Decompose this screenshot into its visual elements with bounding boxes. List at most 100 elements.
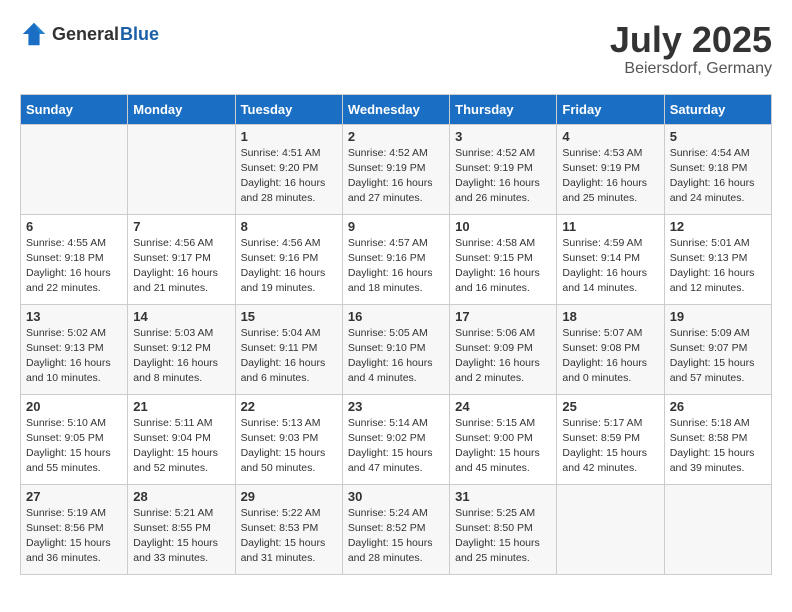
cell-info: Sunrise: 5:13 AM Sunset: 9:03 PM Dayligh… — [241, 416, 337, 477]
calendar-cell: 17Sunrise: 5:06 AM Sunset: 9:09 PM Dayli… — [450, 304, 557, 394]
calendar-cell: 3 Sunrise: 4:52 AM Sunset: 9:19 PM Daylig… — [450, 124, 557, 214]
page-header: General Blue July 2025 Beiersdorf, Germa… — [20, 20, 772, 78]
cell-info: Sunrise: 5:10 AM Sunset: 9:05 PM Dayligh… — [26, 416, 122, 477]
calendar-cell: 14 Sunrise: 5:03 AM Sunset: 9:12 PM Dayli… — [128, 304, 235, 394]
calendar-cell: 20 Sunrise: 5:10 AM Sunset: 9:05 PM Dayli… — [21, 394, 128, 484]
calendar-cell — [664, 484, 771, 574]
cell-info: Sunrise: 5:18 AM Sunset: 8:58 PM Dayligh… — [670, 416, 766, 477]
day-number: 19 — [670, 309, 766, 324]
calendar-cell — [128, 124, 235, 214]
cell-info: Sunrise: 5:05 AM Sunset: 9:10 PM Dayligh… — [348, 326, 444, 387]
calendar-cell: 22 Sunrise: 5:13 AM Sunset: 9:03 PM Dayli… — [235, 394, 342, 484]
cell-info: Sunrise: 5:01 AM Sunset: 9:13 PM Dayligh… — [670, 236, 766, 297]
cell-info: Sunrise: 4:56 AM Sunset: 9:16 PM Dayligh… — [241, 236, 337, 297]
day-number: 3 — [455, 129, 551, 144]
cell-info: Sunrise: 4:52 AM Sunset: 9:19 PM Dayligh… — [455, 146, 551, 207]
cell-info: Sunrise: 4:52 AM Sunset: 9:19 PM Dayligh… — [348, 146, 444, 207]
calendar-cell: 5Sunrise: 4:54 AM Sunset: 9:18 PM Daylig… — [664, 124, 771, 214]
calendar-week-row: 1 Sunrise: 4:51 AM Sunset: 9:20 PM Daylig… — [21, 124, 772, 214]
day-number: 9 — [348, 219, 444, 234]
day-number: 12 — [670, 219, 766, 234]
day-number: 2 — [348, 129, 444, 144]
calendar-cell: 15 Sunrise: 5:04 AM Sunset: 9:11 PM Dayli… — [235, 304, 342, 394]
day-number: 11 — [562, 219, 658, 234]
calendar-cell — [557, 484, 664, 574]
calendar-cell: 13Sunrise: 5:02 AM Sunset: 9:13 PM Dayli… — [21, 304, 128, 394]
cell-info: Sunrise: 5:19 AM Sunset: 8:56 PM Dayligh… — [26, 506, 122, 567]
month-year-title: July 2025 — [610, 20, 772, 60]
calendar-cell: 31 Sunrise: 5:25 AM Sunset: 8:50 PM Dayli… — [450, 484, 557, 574]
cell-info: Sunrise: 4:53 AM Sunset: 9:19 PM Dayligh… — [562, 146, 658, 207]
day-number: 10 — [455, 219, 551, 234]
cell-info: Sunrise: 5:04 AM Sunset: 9:11 PM Dayligh… — [241, 326, 337, 387]
day-number: 23 — [348, 399, 444, 414]
calendar-cell: 27 Sunrise: 5:19 AM Sunset: 8:56 PM Dayli… — [21, 484, 128, 574]
weekday-header-wednesday: Wednesday — [342, 94, 449, 124]
cell-info: Sunrise: 5:09 AM Sunset: 9:07 PM Dayligh… — [670, 326, 766, 387]
day-number: 8 — [241, 219, 337, 234]
calendar-cell: 2 Sunrise: 4:52 AM Sunset: 9:19 PM Daylig… — [342, 124, 449, 214]
calendar-cell: 29Sunrise: 5:22 AM Sunset: 8:53 PM Dayli… — [235, 484, 342, 574]
calendar-week-row: 27 Sunrise: 5:19 AM Sunset: 8:56 PM Dayli… — [21, 484, 772, 574]
calendar-cell: 23 Sunrise: 5:14 AM Sunset: 9:02 PM Dayli… — [342, 394, 449, 484]
cell-info: Sunrise: 4:57 AM Sunset: 9:16 PM Dayligh… — [348, 236, 444, 297]
cell-info: Sunrise: 5:07 AM Sunset: 9:08 PM Dayligh… — [562, 326, 658, 387]
day-number: 6 — [26, 219, 122, 234]
day-number: 17 — [455, 309, 551, 324]
calendar-cell: 28 Sunrise: 5:21 AM Sunset: 8:55 PM Dayli… — [128, 484, 235, 574]
title-block: July 2025 Beiersdorf, Germany — [610, 20, 772, 78]
day-number: 28 — [133, 489, 229, 504]
day-number: 7 — [133, 219, 229, 234]
day-number: 20 — [26, 399, 122, 414]
calendar-cell: 24Sunrise: 5:15 AM Sunset: 9:00 PM Dayli… — [450, 394, 557, 484]
weekday-header-tuesday: Tuesday — [235, 94, 342, 124]
calendar-table: SundayMondayTuesdayWednesdayThursdayFrid… — [20, 94, 772, 575]
calendar-cell: 1 Sunrise: 4:51 AM Sunset: 9:20 PM Daylig… — [235, 124, 342, 214]
day-number: 31 — [455, 489, 551, 504]
cell-info: Sunrise: 5:14 AM Sunset: 9:02 PM Dayligh… — [348, 416, 444, 477]
cell-info: Sunrise: 4:55 AM Sunset: 9:18 PM Dayligh… — [26, 236, 122, 297]
day-number: 22 — [241, 399, 337, 414]
cell-info: Sunrise: 5:03 AM Sunset: 9:12 PM Dayligh… — [133, 326, 229, 387]
weekday-header-friday: Friday — [557, 94, 664, 124]
weekday-header-sunday: Sunday — [21, 94, 128, 124]
calendar-cell: 6 Sunrise: 4:55 AM Sunset: 9:18 PM Daylig… — [21, 214, 128, 304]
cell-info: Sunrise: 5:02 AM Sunset: 9:13 PM Dayligh… — [26, 326, 122, 387]
day-number: 16 — [348, 309, 444, 324]
day-number: 15 — [241, 309, 337, 324]
day-number: 1 — [241, 129, 337, 144]
calendar-cell: 30 Sunrise: 5:24 AM Sunset: 8:52 PM Dayli… — [342, 484, 449, 574]
calendar-cell: 4Sunrise: 4:53 AM Sunset: 9:19 PM Daylig… — [557, 124, 664, 214]
day-number: 30 — [348, 489, 444, 504]
calendar-week-row: 6 Sunrise: 4:55 AM Sunset: 9:18 PM Daylig… — [21, 214, 772, 304]
day-number: 29 — [241, 489, 337, 504]
calendar-cell: 8 Sunrise: 4:56 AM Sunset: 9:16 PM Daylig… — [235, 214, 342, 304]
cell-info: Sunrise: 4:51 AM Sunset: 9:20 PM Dayligh… — [241, 146, 337, 207]
day-number: 14 — [133, 309, 229, 324]
cell-info: Sunrise: 4:56 AM Sunset: 9:17 PM Dayligh… — [133, 236, 229, 297]
calendar-cell: 7 Sunrise: 4:56 AM Sunset: 9:17 PM Daylig… — [128, 214, 235, 304]
cell-info: Sunrise: 5:17 AM Sunset: 8:59 PM Dayligh… — [562, 416, 658, 477]
calendar-cell: 12 Sunrise: 5:01 AM Sunset: 9:13 PM Dayli… — [664, 214, 771, 304]
calendar-cell: 9 Sunrise: 4:57 AM Sunset: 9:16 PM Daylig… — [342, 214, 449, 304]
logo-general-text: General — [52, 24, 119, 45]
cell-info: Sunrise: 5:21 AM Sunset: 8:55 PM Dayligh… — [133, 506, 229, 567]
day-number: 18 — [562, 309, 658, 324]
logo: General Blue — [20, 20, 159, 48]
cell-info: Sunrise: 5:24 AM Sunset: 8:52 PM Dayligh… — [348, 506, 444, 567]
day-number: 27 — [26, 489, 122, 504]
calendar-cell: 25 Sunrise: 5:17 AM Sunset: 8:59 PM Dayli… — [557, 394, 664, 484]
day-number: 21 — [133, 399, 229, 414]
day-number: 25 — [562, 399, 658, 414]
calendar-cell: 26Sunrise: 5:18 AM Sunset: 8:58 PM Dayli… — [664, 394, 771, 484]
cell-info: Sunrise: 5:25 AM Sunset: 8:50 PM Dayligh… — [455, 506, 551, 567]
location-subtitle: Beiersdorf, Germany — [610, 60, 772, 78]
weekday-header-row: SundayMondayTuesdayWednesdayThursdayFrid… — [21, 94, 772, 124]
weekday-header-saturday: Saturday — [664, 94, 771, 124]
logo-blue-text: Blue — [120, 24, 159, 45]
weekday-header-thursday: Thursday — [450, 94, 557, 124]
calendar-week-row: 13Sunrise: 5:02 AM Sunset: 9:13 PM Dayli… — [21, 304, 772, 394]
calendar-cell: 19 Sunrise: 5:09 AM Sunset: 9:07 PM Dayli… — [664, 304, 771, 394]
calendar-cell: 16 Sunrise: 5:05 AM Sunset: 9:10 PM Dayli… — [342, 304, 449, 394]
day-number: 24 — [455, 399, 551, 414]
